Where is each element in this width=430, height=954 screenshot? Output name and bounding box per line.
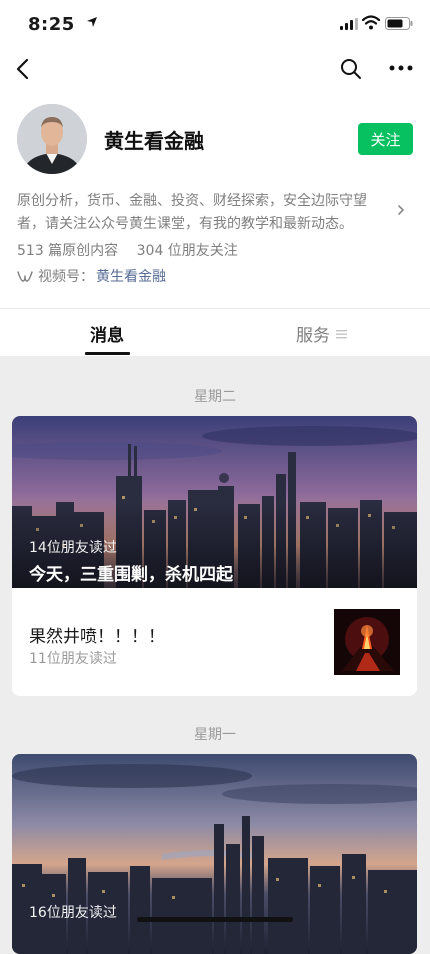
tab-services-label: 服务 bbox=[296, 326, 330, 346]
sub-article-title: 果然井喷！！！！ bbox=[29, 627, 165, 647]
article-group-card: 16位朋友读过 bbox=[12, 754, 417, 954]
profile-header-background bbox=[0, 0, 430, 356]
friends-following-count: 304 位朋友关注 bbox=[136, 243, 238, 259]
battery-icon bbox=[385, 17, 413, 30]
chevron-right-icon[interactable] bbox=[397, 204, 405, 216]
cover-read-count: 14位朋友读过 bbox=[29, 540, 117, 556]
video-channel-link[interactable]: 视频号： 黄生看金融 bbox=[17, 266, 166, 286]
video-channel-label: 视频号： bbox=[38, 269, 94, 285]
date-separator: 星期一 bbox=[194, 727, 236, 743]
video-channel-icon bbox=[17, 270, 33, 282]
date-separator: 星期二 bbox=[194, 389, 236, 405]
cover-read-count: 16位朋友读过 bbox=[29, 905, 117, 921]
wifi-icon bbox=[362, 15, 380, 30]
video-channel-name: 黄生看金融 bbox=[96, 269, 166, 285]
cover-article[interactable]: 14位朋友读过 今天，三重围剿，杀机四起 bbox=[12, 416, 417, 588]
cellular-signal-icon bbox=[340, 18, 358, 30]
cover-image-city-night bbox=[12, 754, 417, 954]
original-content-count: 513 篇原创内容 bbox=[17, 243, 119, 259]
cover-article-title: 今天，三重围剿，杀机四起 bbox=[29, 565, 233, 585]
account-bio[interactable]: 原创分析，货币、金融、投资、财经探索，安全边际守望者，请关注公众号黄生课堂，有我… bbox=[17, 190, 389, 236]
tab-divider bbox=[0, 308, 430, 309]
location-arrow-icon bbox=[87, 17, 97, 27]
article-group-card: 14位朋友读过 今天，三重围剿，杀机四起 果然井喷！！！！ 11位朋友读过 bbox=[12, 416, 417, 696]
sub-article-thumbnail bbox=[334, 609, 400, 675]
home-indicator bbox=[137, 917, 293, 922]
search-icon[interactable] bbox=[339, 57, 363, 81]
sub-article-read-count: 11位朋友读过 bbox=[29, 651, 117, 667]
account-stats[interactable]: 513 篇原创内容 304 位朋友关注 bbox=[17, 240, 238, 260]
follow-button[interactable]: 关注 bbox=[358, 123, 413, 155]
account-avatar[interactable] bbox=[17, 104, 87, 174]
more-options-icon[interactable] bbox=[388, 63, 414, 73]
menu-lines-icon bbox=[336, 329, 347, 338]
tab-services[interactable]: 服务 bbox=[296, 321, 347, 346]
cover-article[interactable]: 16位朋友读过 bbox=[12, 754, 417, 954]
status-time: 8:25 bbox=[28, 14, 75, 35]
back-arrow-icon[interactable] bbox=[10, 55, 38, 83]
active-tab-indicator bbox=[85, 352, 130, 355]
tab-messages[interactable]: 消息 bbox=[90, 321, 124, 346]
status-bar: 8:25 bbox=[0, 0, 430, 48]
account-name: 黄生看金融 bbox=[104, 129, 204, 153]
